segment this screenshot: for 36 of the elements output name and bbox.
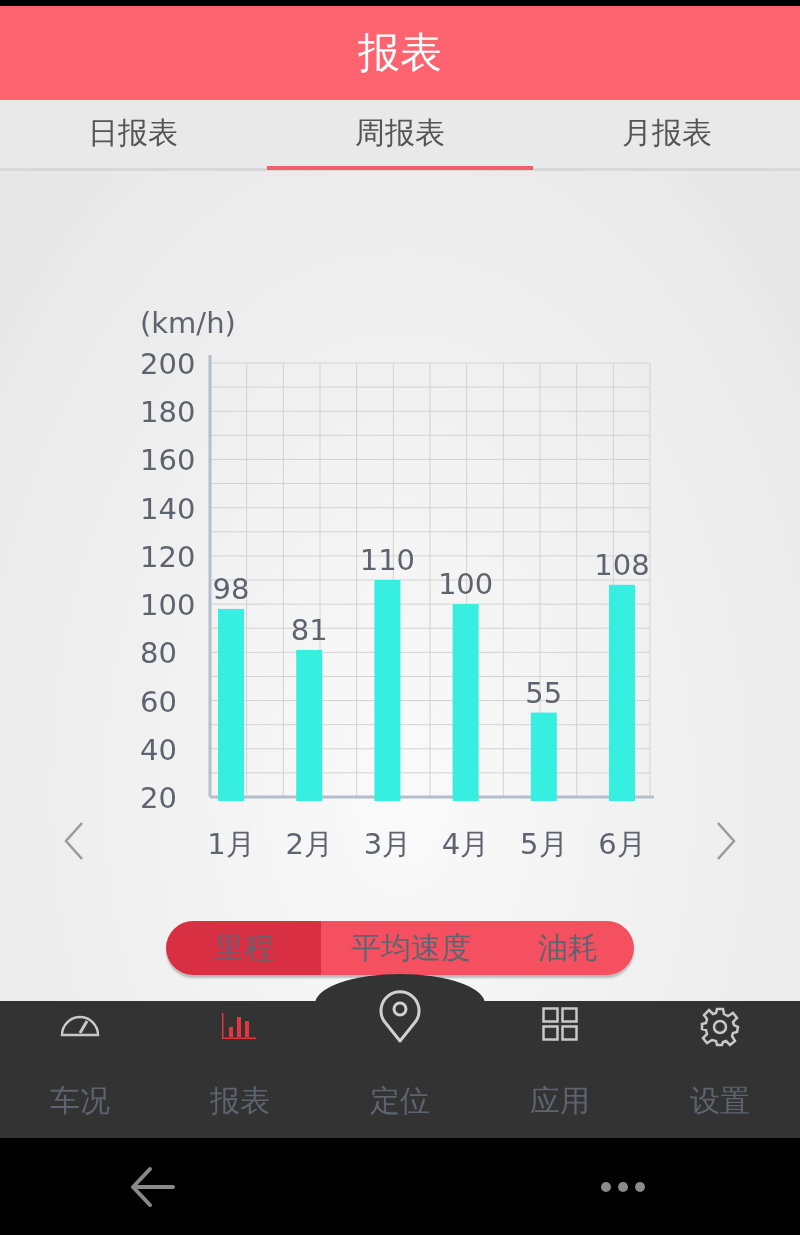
y-axis-label: 40 — [140, 732, 177, 767]
y-axis-label: 60 — [140, 684, 177, 719]
x-axis-label: 5月 — [520, 827, 568, 861]
metric-segment[interactable]: 油耗 — [501, 921, 634, 975]
page-title: 报表 — [358, 27, 442, 79]
x-axis-label: 1月 — [207, 827, 255, 861]
metric-segment[interactable]: 平均速度 — [321, 921, 501, 975]
bar-value-label: 108 — [594, 547, 650, 582]
more-icon[interactable] — [600, 1180, 646, 1193]
x-axis-label: 2月 — [285, 827, 333, 861]
report-tab[interactable]: 日报表 — [0, 101, 267, 170]
nav-item[interactable]: 设置 — [640, 1001, 800, 1138]
bar-value-label: 55 — [525, 675, 563, 710]
y-axis-label: 80 — [140, 636, 177, 671]
bar-value-label: 81 — [290, 612, 328, 647]
nav-item[interactable]: 报表 — [160, 1001, 320, 1138]
x-axis-label: 4月 — [441, 827, 490, 861]
y-axis-label: 160 — [140, 443, 196, 478]
unit-label: (km/h) — [140, 306, 236, 340]
back-icon[interactable] — [130, 1165, 176, 1208]
y-axis-label: 200 — [140, 347, 196, 381]
report-tab[interactable]: 月报表 — [533, 101, 800, 170]
y-axis-label: 180 — [140, 395, 196, 430]
y-axis-label: 20 — [140, 781, 177, 815]
y-axis-label: 100 — [140, 588, 196, 623]
nav-item[interactable]: 车况 — [0, 1001, 160, 1138]
bar-value-label: 100 — [437, 567, 494, 602]
y-axis-label: 120 — [140, 539, 196, 574]
x-axis-label: 3月 — [363, 827, 412, 861]
nav-item[interactable]: 应用 — [480, 1001, 640, 1138]
bar-value-label: 110 — [359, 543, 416, 577]
y-axis-label: 140 — [140, 491, 196, 526]
x-axis-label: 6月 — [598, 827, 646, 861]
metric-segment[interactable]: 里程 — [166, 921, 321, 975]
nav-item[interactable]: 定位 — [320, 974, 480, 1138]
bar-value-label: 98 — [212, 571, 250, 606]
